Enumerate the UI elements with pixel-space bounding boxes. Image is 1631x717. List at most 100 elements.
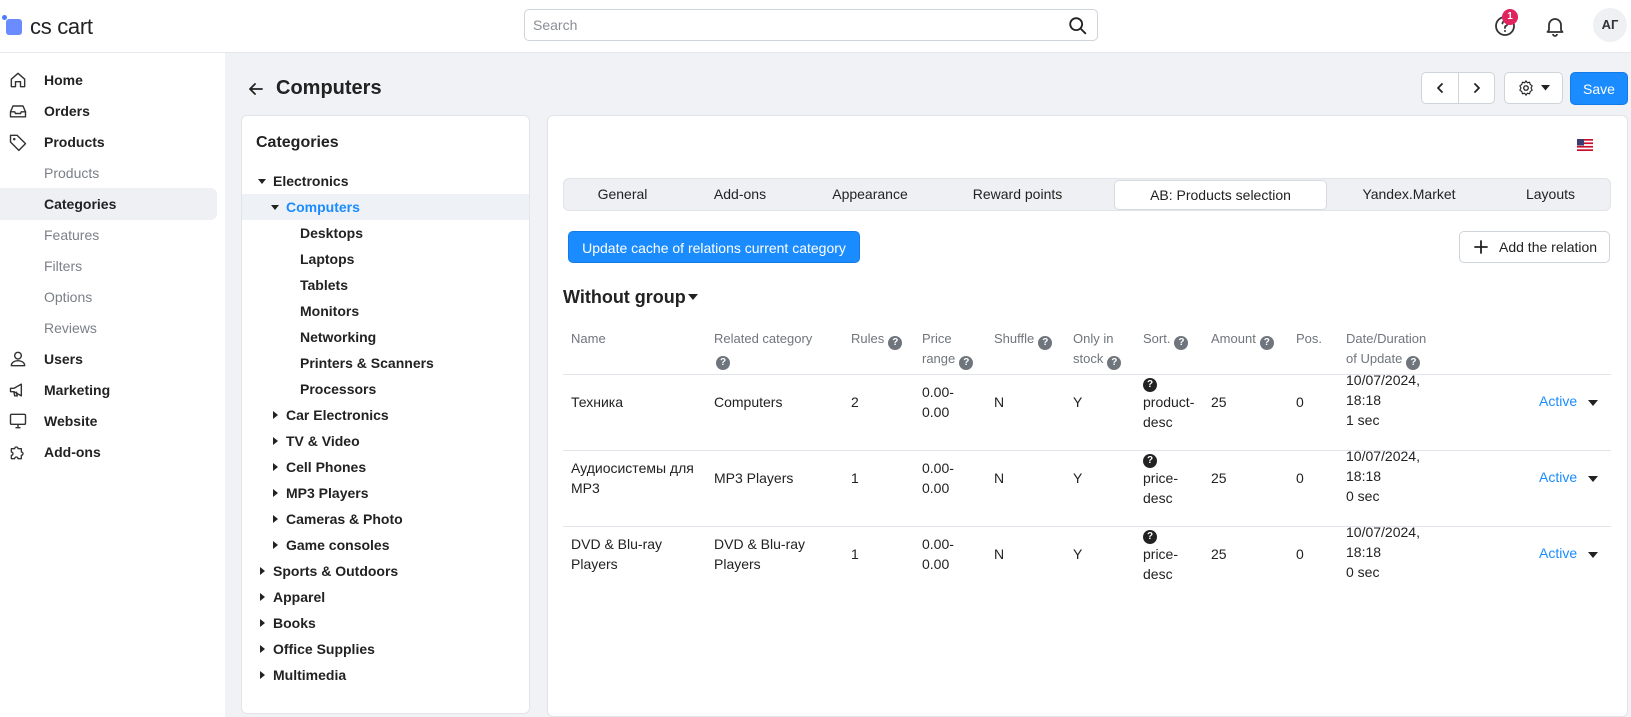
sidebar-item-products[interactable]: Products (0, 126, 217, 158)
sidebar-item-label: Website (44, 413, 98, 429)
help-icon[interactable]: ? (1038, 336, 1053, 350)
caret-right-icon[interactable] (257, 566, 267, 576)
category-tree-item[interactable]: Books (242, 610, 529, 636)
help-icon[interactable]: ? (1107, 356, 1122, 370)
status-dropdown[interactable]: Active (1539, 469, 1577, 485)
prev-button[interactable] (1422, 73, 1458, 103)
logo[interactable]: cs cart (2, 14, 93, 40)
add-relation-button[interactable]: Add the relation (1459, 231, 1610, 263)
help-icon[interactable]: ? (1406, 356, 1421, 370)
category-tree-item[interactable]: Game consoles (242, 532, 529, 558)
caret-down-icon[interactable] (1588, 476, 1598, 482)
caret-down-icon[interactable] (1588, 400, 1598, 406)
row-pos: 0 (1296, 546, 1304, 562)
sidebar-subitem-features[interactable]: Features (0, 219, 217, 251)
search-input[interactable] (525, 10, 1097, 40)
row-related-category: MP3 Players (714, 470, 794, 486)
tab-appearance[interactable]: Appearance (799, 179, 941, 210)
row-date-duration: 10/07/2024, 18:18 0 sec (1346, 448, 1420, 504)
category-tree-item[interactable]: TV & Video (242, 428, 529, 454)
category-tree-item[interactable]: Networking (242, 324, 529, 350)
group-title[interactable]: Without group (563, 287, 686, 308)
category-tree-item[interactable]: Multimedia (242, 662, 529, 688)
category-tree-item[interactable]: Printers & Scanners (242, 350, 529, 376)
sidebar-item-users[interactable]: Users (0, 343, 217, 375)
category-tree-item[interactable]: Tablets (242, 272, 529, 298)
tab-yandex-market[interactable]: Yandex.Market (1327, 179, 1491, 210)
caret-right-icon[interactable] (257, 592, 267, 602)
category-tree-item[interactable]: Office Supplies (242, 636, 529, 662)
caret-down-icon[interactable] (257, 176, 267, 186)
caret-right-icon[interactable] (270, 514, 280, 524)
sidebar-item-home[interactable]: Home (0, 64, 217, 96)
column-header-shuffle: Shuffle? (994, 329, 1053, 350)
caret-down-icon[interactable] (1588, 552, 1598, 558)
category-tree-item[interactable]: Computers (242, 194, 529, 220)
help-icon[interactable]: ? (716, 356, 730, 370)
sidebar-subitem-categories[interactable]: Categories (0, 188, 217, 220)
status-dropdown[interactable]: Active (1539, 393, 1577, 409)
help-icon[interactable]: ? (1174, 336, 1189, 350)
next-button[interactable] (1458, 73, 1494, 103)
back-arrow-icon[interactable] (246, 79, 266, 99)
puzzle-icon (10, 446, 24, 460)
category-tree-item[interactable]: Processors (242, 376, 529, 402)
update-cache-button[interactable]: Update cache of relations current catego… (568, 231, 860, 263)
category-tree-item[interactable]: Desktops (242, 220, 529, 246)
category-tree-item[interactable]: Apparel (242, 584, 529, 610)
category-tree-item[interactable]: Monitors (242, 298, 529, 324)
caret-right-icon[interactable] (270, 436, 280, 446)
help-icon[interactable]: ? (1143, 378, 1157, 392)
prev-next-group (1421, 72, 1495, 104)
caret-down-icon[interactable] (270, 202, 280, 212)
row-sort: ? price-desc (1143, 454, 1179, 506)
category-tree-item[interactable]: Laptops (242, 246, 529, 272)
help-badge: 1 (1502, 9, 1518, 25)
tab-ab-products-selection[interactable]: AB: Products selection (1114, 180, 1327, 210)
tab-general[interactable]: General (564, 179, 681, 210)
sidebar-subitem-filters[interactable]: Filters (0, 250, 217, 282)
us-flag-icon[interactable] (1577, 139, 1593, 151)
category-tree-item[interactable]: Cell Phones (242, 454, 529, 480)
sidebar-item-label: Options (44, 289, 93, 305)
help-icon[interactable]: ? (1259, 336, 1274, 350)
settings-button[interactable] (1505, 73, 1562, 103)
help-icon[interactable]: ? (1143, 454, 1157, 468)
help-icon[interactable]: ? (959, 356, 974, 370)
row-related-category: Computers (714, 394, 783, 410)
bell-icon[interactable] (1543, 14, 1567, 38)
tab-layouts[interactable]: Layouts (1491, 179, 1610, 210)
save-button[interactable]: Save (1570, 72, 1628, 105)
sidebar-item-marketing[interactable]: Marketing (0, 374, 217, 406)
sidebar-item-orders[interactable]: Orders (0, 95, 217, 127)
settings-dropdown[interactable] (1504, 72, 1563, 104)
tab-add-ons[interactable]: Add-ons (681, 179, 799, 210)
search-icon[interactable] (1067, 15, 1089, 37)
category-tree-item[interactable]: MP3 Players (242, 480, 529, 506)
caret-right-icon[interactable] (257, 670, 267, 680)
sidebar-item-add-ons[interactable]: Add-ons (0, 436, 217, 468)
help-icon[interactable]: ? (888, 336, 903, 350)
caret-right-icon[interactable] (257, 618, 267, 628)
sidebar-subitem-reviews[interactable]: Reviews (0, 312, 217, 344)
sidebar-subitem-products[interactable]: Products (0, 157, 217, 189)
category-tree-item[interactable]: Electronics (242, 168, 529, 194)
status-dropdown[interactable]: Active (1539, 545, 1577, 561)
category-tree-item[interactable]: Cameras & Photo (242, 506, 529, 532)
category-tree-item[interactable]: Car Electronics (242, 402, 529, 428)
sidebar-subitem-options[interactable]: Options (0, 281, 217, 313)
caret-right-icon[interactable] (257, 644, 267, 654)
sidebar-item-website[interactable]: Website (0, 405, 217, 437)
caret-right-icon[interactable] (270, 540, 280, 550)
caret-right-icon[interactable] (270, 410, 280, 420)
row-divider (563, 450, 1611, 451)
tab-reward-points[interactable]: Reward points (941, 179, 1094, 210)
category-tree-item[interactable]: Sports & Outdoors (242, 558, 529, 584)
help-icon[interactable]: ? (1143, 530, 1157, 544)
caret-down-icon[interactable] (687, 293, 699, 301)
caret-right-icon[interactable] (270, 462, 280, 472)
column-header-price-range: Price range? (922, 329, 974, 370)
caret-right-icon[interactable] (270, 488, 280, 498)
category-tree-label: Apparel (273, 589, 326, 605)
avatar[interactable]: АГ (1593, 8, 1627, 42)
